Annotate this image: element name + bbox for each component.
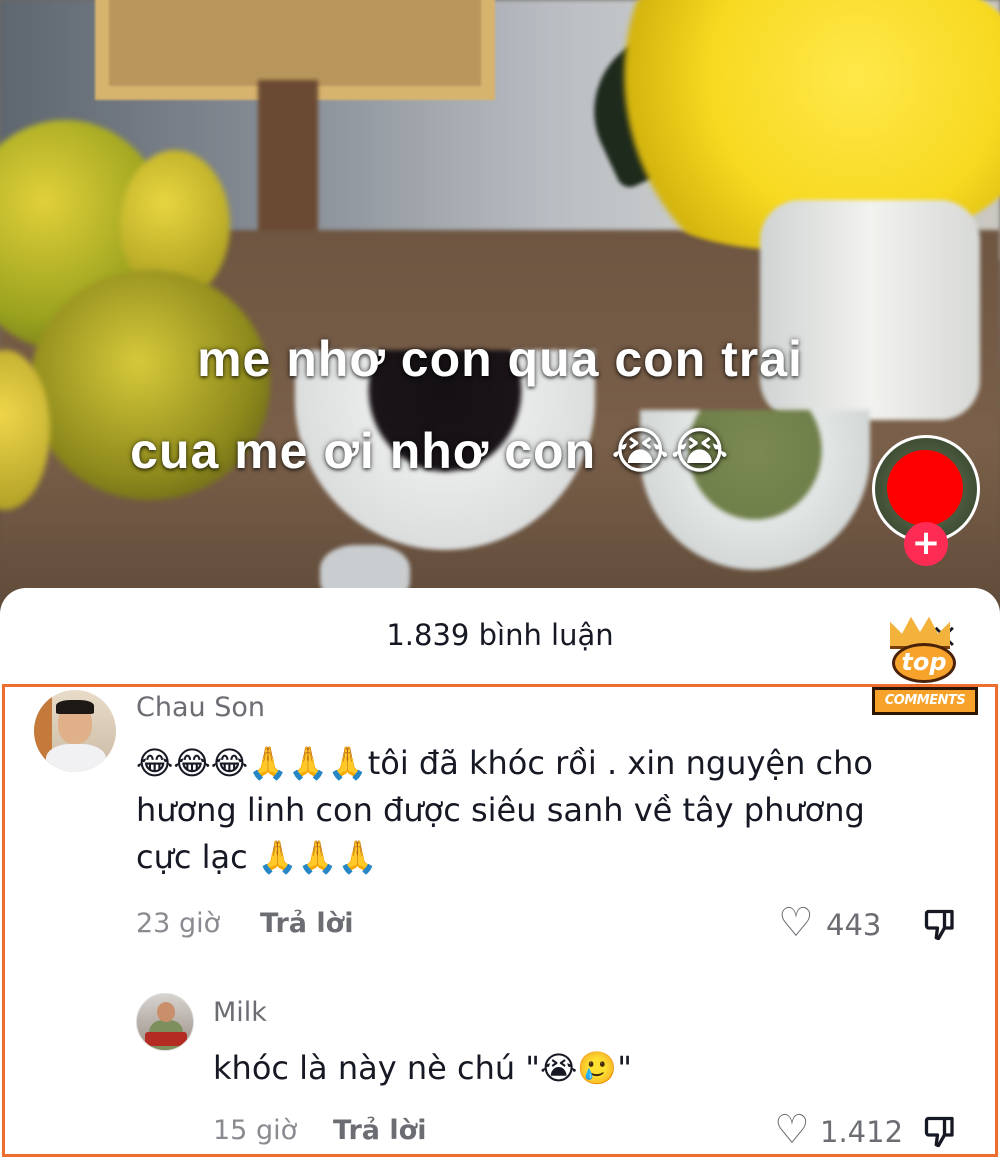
reply-button[interactable]: Trả lời — [333, 1115, 426, 1146]
avatar-shirt — [46, 744, 106, 772]
like-count: 443 — [826, 908, 882, 942]
comment-username[interactable]: Milk — [213, 997, 267, 1028]
avatar-face — [157, 1002, 175, 1022]
thumbs-down-icon[interactable] — [922, 1114, 958, 1150]
video-caption-line-2: cua me ơi nhơ con 😭😭 — [130, 423, 730, 479]
avatar-hair — [56, 700, 94, 714]
heart-outline-icon[interactable]: ♡ — [774, 1110, 810, 1150]
avatar[interactable] — [34, 690, 116, 772]
comment-username[interactable]: Chau Son — [136, 692, 265, 723]
comment-text: 😂😂😂🙏🙏🙏tôi đã khóc rồi . xin nguyện cho h… — [136, 744, 873, 876]
comment-text: khóc là này nè chú "😭🥲" — [213, 1049, 632, 1087]
thumbs-down-icon[interactable] — [922, 907, 958, 943]
plus-icon: + — [911, 523, 941, 563]
heart-outline-icon[interactable]: ♡ — [778, 903, 814, 943]
video-player[interactable]: me nhơ con qua con trai cua me ơi nhơ co… — [0, 0, 1000, 640]
like-count: 1.412 — [820, 1115, 904, 1149]
reply-button[interactable]: Trả lời — [260, 908, 353, 939]
avatar-ribbon — [145, 1032, 187, 1046]
comments-count-title: 1.839 bình luận — [386, 618, 614, 652]
follow-button[interactable]: + — [904, 522, 948, 566]
creator-avatar-redacted — [887, 450, 963, 526]
comment-item: Chau Son 😂😂😂🙏🙏🙏tôi đã khóc rồi . xin ngu… — [0, 690, 1000, 960]
avatar[interactable] — [136, 993, 194, 1051]
comment-time: 23 giờ — [136, 908, 221, 939]
video-caption-line-1: me nhơ con qua con trai — [197, 331, 803, 387]
badge-top-label: top — [892, 643, 956, 683]
comment-time: 15 giờ — [213, 1115, 298, 1146]
reply-comment-item: Milk khóc là này nè chú "😭🥲" 15 giờ Trả … — [0, 993, 1000, 1153]
